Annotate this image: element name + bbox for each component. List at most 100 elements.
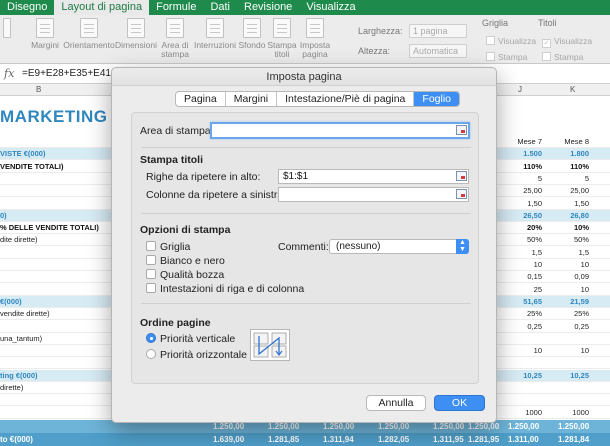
ok-button[interactable]: OK <box>434 395 485 411</box>
column-j-cell: 20% <box>526 223 542 233</box>
row-label-cell: ting €(000) <box>0 370 38 380</box>
height-select[interactable]: Automatica <box>409 44 467 58</box>
total-row-2-cell: 1.281,84 <box>558 435 590 444</box>
checkbox-box <box>146 269 156 279</box>
headings-print-checkbox[interactable]: Stampa <box>542 52 583 62</box>
order-horizontal-label: Priorità orizzontale <box>160 349 247 361</box>
order-horizontal-radio[interactable]: Priorità orizzontale <box>146 349 247 361</box>
fx-icon[interactable]: fx <box>4 67 14 80</box>
dialog-tab-foglio[interactable]: Foglio <box>414 92 460 106</box>
dialog-tab-intestazione[interactable]: Intestazione/Piè di pagina <box>277 92 415 106</box>
row-label-cell: dirette) <box>0 383 24 392</box>
dialog-title: Imposta pagina <box>112 68 496 86</box>
column-k-cell: 50% <box>573 235 589 245</box>
print-titles-icon <box>273 18 291 38</box>
column-k-cell: 10 <box>580 284 589 294</box>
print-titles-button[interactable]: Stampa titoli <box>267 18 297 59</box>
orientation-button[interactable]: Orientamento <box>62 18 116 50</box>
column-header-b[interactable]: B <box>36 85 41 94</box>
breaks-icon <box>206 18 224 38</box>
draft-quality-checkbox-label: Qualità bozza <box>160 269 225 281</box>
size-button[interactable]: Dimensioni <box>114 18 158 50</box>
column-k-cell: 10,25 <box>570 370 589 380</box>
tab-visualizza[interactable]: Visualizza <box>299 0 362 15</box>
tab-disegno[interactable]: Disegno <box>0 0 54 15</box>
total-row-2[interactable]: to €(000) 1.639,00 1.281,85 1.311,94 1.2… <box>0 433 610 446</box>
page-setup-icon <box>306 18 324 38</box>
rows-repeat-label: Righe da ripetere in alto: <box>146 171 261 183</box>
column-j-cell: 25% <box>526 309 542 319</box>
range-picker-icon[interactable] <box>456 171 467 181</box>
row-col-headings-checkbox[interactable]: Intestazioni di riga e di colonna <box>146 283 304 295</box>
column-header-k[interactable]: K <box>570 85 575 94</box>
column-header-j[interactable]: J <box>518 85 522 94</box>
column-j-cell: 5 <box>537 173 542 183</box>
print-area-field-label: Area di stampa: <box>140 125 214 137</box>
gridlines-print-checkbox[interactable]: Stampa <box>486 52 527 62</box>
orientation-icon <box>80 18 98 38</box>
print-area-field[interactable] <box>210 122 470 139</box>
range-picker-icon[interactable] <box>456 189 467 199</box>
sheet-title-cell[interactable]: MARKETING <box>0 107 107 127</box>
tab-revisione[interactable]: Revisione <box>237 0 299 15</box>
dialog-tab-margini[interactable]: Margini <box>226 92 278 106</box>
gridlines-view-checkbox[interactable]: Visualizza <box>486 36 536 46</box>
column-j-cell: 25,00 <box>523 186 542 196</box>
dialog-tabs: Pagina Margini Intestazione/Piè di pagin… <box>175 91 461 107</box>
checkbox-box <box>146 283 156 293</box>
breaks-button[interactable]: Interruzioni <box>193 18 237 50</box>
margins-label: Margini <box>31 40 59 50</box>
size-icon <box>127 18 145 38</box>
order-vertical-radio[interactable]: Priorità verticale <box>146 333 235 345</box>
draft-quality-checkbox[interactable]: Qualità bozza <box>146 269 224 281</box>
column-k-cell: Mese 8 <box>564 137 589 146</box>
column-k-cell: 1,50 <box>574 198 589 208</box>
row-label-cell: 0) <box>0 210 7 220</box>
background-button[interactable]: Sfondo <box>237 18 267 50</box>
print-area-icon <box>166 18 184 38</box>
total-row-2-cell: 1.639,00 <box>213 435 245 444</box>
dialog-tab-pagina[interactable]: Pagina <box>176 92 226 106</box>
column-j-cell: 10 <box>533 260 542 269</box>
page-setup-button[interactable]: Imposta pagina <box>298 18 332 59</box>
tab-layout-di-pagina[interactable]: Layout di pagina <box>54 0 150 15</box>
height-label: Altezza: <box>358 46 391 56</box>
cancel-button[interactable]: Annulla <box>366 395 426 411</box>
column-k-cell: 10 <box>580 260 589 269</box>
rows-repeat-field[interactable]: $1:$1 <box>278 169 469 184</box>
gridlines-checkbox[interactable]: Griglia <box>146 241 190 253</box>
cols-repeat-label: Colonne da ripetere a sinistra: <box>146 189 287 201</box>
formula-input[interactable]: =E9+E28+E35+E41 <box>22 68 111 79</box>
print-area-button[interactable]: Area di stampa <box>159 18 191 59</box>
column-j-cell: 10,25 <box>523 370 542 380</box>
comments-select[interactable]: (nessuno) ▲ ▼ <box>329 239 469 254</box>
margins-button[interactable]: Margini <box>28 18 62 50</box>
column-k-cell: 25,00 <box>570 186 589 196</box>
cols-repeat-field[interactable] <box>278 187 469 202</box>
range-picker-icon[interactable] <box>456 125 467 135</box>
print-titles-label: Stampa titoli <box>267 40 297 59</box>
page-order-header: Ordine pagine <box>140 317 211 329</box>
black-white-checkbox[interactable]: Bianco e nero <box>146 255 225 267</box>
column-j-cell: 26,50 <box>523 210 542 220</box>
tab-dati[interactable]: Dati <box>203 0 237 15</box>
column-k-cell: 21,59 <box>570 296 589 306</box>
order-vertical-label: Priorità verticale <box>160 333 236 345</box>
comments-select-value: (nessuno) <box>336 241 381 252</box>
black-white-checkbox-label: Bianco e nero <box>160 255 225 267</box>
row-label-cell: vendite dirette) <box>0 309 50 319</box>
theme-icon[interactable] <box>2 18 12 41</box>
column-k-cell: 1,5 <box>578 247 589 257</box>
total-row-1-cell: 1.250,00 <box>558 422 590 431</box>
tab-formule[interactable]: Formule <box>149 0 203 15</box>
total-row-2-label: to €(000) <box>0 435 33 444</box>
margins-icon <box>36 18 54 38</box>
headings-view-checkbox[interactable]: Visualizza <box>542 36 592 48</box>
column-j-cell: 0,15 <box>527 272 542 282</box>
separator <box>141 213 471 214</box>
breaks-label: Interruzioni <box>193 40 237 50</box>
column-j-cell: 10 <box>533 346 542 356</box>
print-options-header: Opzioni di stampa <box>140 224 231 236</box>
width-select[interactable]: 1 pagina <box>409 24 467 38</box>
column-k-cell: 0,09 <box>574 272 589 282</box>
